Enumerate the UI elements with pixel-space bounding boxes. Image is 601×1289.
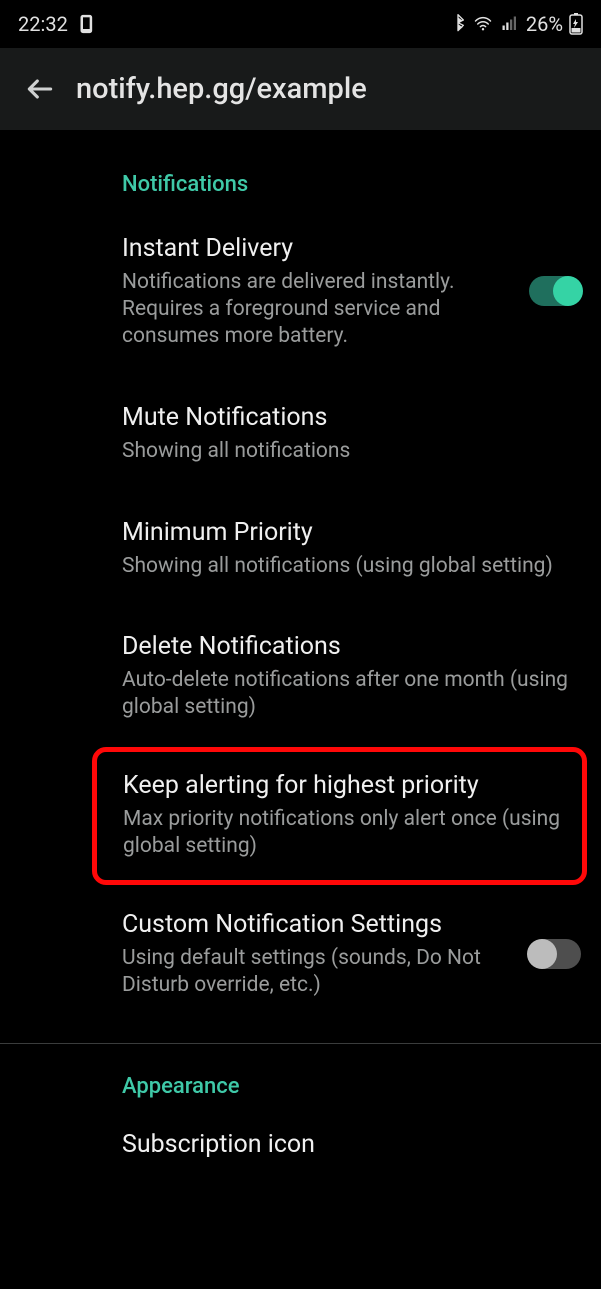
- back-button[interactable]: [4, 53, 76, 125]
- status-time: 22:32: [18, 12, 68, 36]
- setting-title: Mute Notifications: [122, 402, 573, 434]
- bluetooth-icon: [450, 14, 466, 34]
- setting-subtitle: Notifications are delivered instantly. R…: [122, 269, 515, 350]
- settings-list: Notifications Instant Delivery Notificat…: [0, 130, 601, 1173]
- setting-title: Custom Notification Settings: [122, 909, 515, 941]
- setting-title: Keep alerting for highest priority: [123, 770, 566, 802]
- app-bar: notify.hep.gg/example: [0, 48, 601, 130]
- setting-mute-notifications[interactable]: Mute Notifications Showing all notificat…: [0, 376, 601, 491]
- setting-delete-notifications[interactable]: Delete Notifications Auto-delete notific…: [0, 605, 601, 747]
- setting-subtitle: Max priority notifications only alert on…: [123, 806, 566, 860]
- signal-icon: [500, 15, 520, 33]
- setting-subtitle: Showing all notifications (using global …: [122, 553, 573, 580]
- setting-subtitle: Auto-delete notifications after one mont…: [122, 667, 573, 721]
- setting-keep-alerting[interactable]: Keep alerting for highest priority Max p…: [123, 770, 566, 860]
- arrow-left-icon: [24, 73, 56, 105]
- toggle-knob: [527, 939, 557, 969]
- section-header-notifications: Notifications: [0, 130, 601, 207]
- setting-title: Subscription icon: [122, 1129, 573, 1161]
- setting-instant-delivery[interactable]: Instant Delivery Notifications are deliv…: [0, 207, 601, 376]
- section-header-appearance: Appearance: [0, 1044, 601, 1109]
- setting-subscription-icon[interactable]: Subscription icon: [0, 1109, 601, 1173]
- page-title: notify.hep.gg/example: [76, 72, 367, 106]
- battery-text: 26%: [526, 12, 563, 36]
- setting-title: Delete Notifications: [122, 631, 573, 663]
- setting-minimum-priority[interactable]: Minimum Priority Showing all notificatio…: [0, 491, 601, 606]
- status-bar: 22:32 26%: [0, 0, 601, 48]
- setting-subtitle: Showing all notifications: [122, 438, 573, 465]
- battery-icon: [569, 13, 583, 35]
- wifi-icon: [472, 15, 494, 33]
- setting-title: Instant Delivery: [122, 233, 515, 265]
- setting-subtitle: Using default settings (sounds, Do Not D…: [122, 945, 515, 999]
- phone-link-icon: [78, 14, 98, 34]
- highlight-annotation: Keep alerting for highest priority Max p…: [92, 747, 587, 885]
- setting-title: Minimum Priority: [122, 517, 573, 549]
- toggle-instant-delivery[interactable]: [529, 276, 581, 306]
- setting-custom-notification[interactable]: Custom Notification Settings Using defau…: [0, 885, 601, 1025]
- toggle-knob: [553, 276, 583, 306]
- toggle-custom-notification[interactable]: [529, 939, 581, 969]
